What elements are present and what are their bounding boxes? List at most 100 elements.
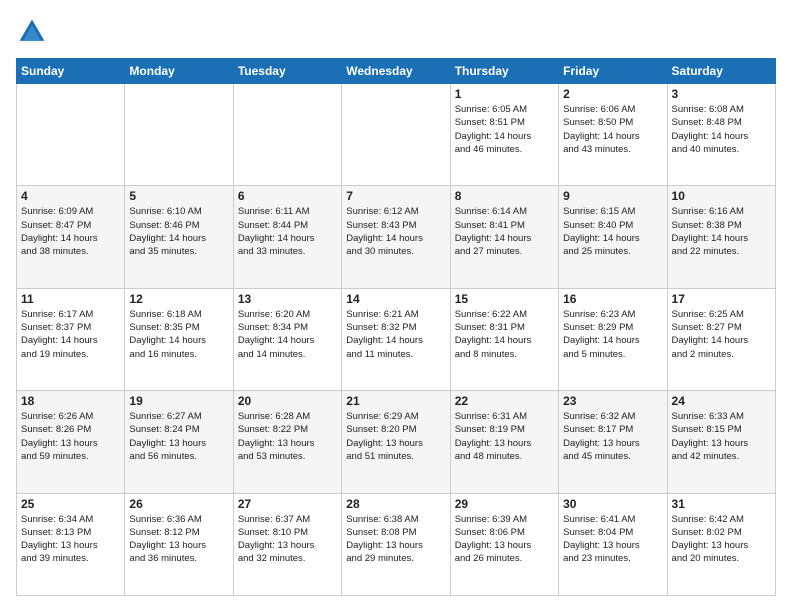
- calendar-cell: [17, 84, 125, 186]
- day-number: 30: [563, 497, 662, 511]
- day-info: Sunrise: 6:08 AM Sunset: 8:48 PM Dayligh…: [672, 103, 771, 156]
- calendar-cell: 31 Sunrise: 6:42 AM Sunset: 8:02 PM Dayli…: [667, 493, 775, 595]
- calendar-cell: 25Sunrise: 6:34 AM Sunset: 8:13 PM Dayli…: [17, 493, 125, 595]
- page: SundayMondayTuesdayWednesdayThursdayFrid…: [0, 0, 792, 612]
- calendar-cell: 1 Sunrise: 6:05 AM Sunset: 8:51 PM Daylig…: [450, 84, 558, 186]
- day-number: 11: [21, 292, 120, 306]
- calendar-cell: 6 Sunrise: 6:11 AM Sunset: 8:44 PM Daylig…: [233, 186, 341, 288]
- calendar-cell: 8 Sunrise: 6:14 AM Sunset: 8:41 PM Daylig…: [450, 186, 558, 288]
- day-number: 8: [455, 189, 554, 203]
- calendar-cell: 3 Sunrise: 6:08 AM Sunset: 8:48 PM Daylig…: [667, 84, 775, 186]
- day-number: 29: [455, 497, 554, 511]
- calendar-cell: 26 Sunrise: 6:36 AM Sunset: 8:12 PM Dayli…: [125, 493, 233, 595]
- day-info: Sunrise: 6:28 AM Sunset: 8:22 PM Dayligh…: [238, 410, 337, 463]
- calendar-week-row: 25Sunrise: 6:34 AM Sunset: 8:13 PM Dayli…: [17, 493, 776, 595]
- calendar-week-row: 18 Sunrise: 6:26 AM Sunset: 8:26 PM Dayli…: [17, 391, 776, 493]
- weekday-header: Monday: [125, 59, 233, 84]
- day-number: 10: [672, 189, 771, 203]
- weekday-header: Sunday: [17, 59, 125, 84]
- calendar-cell: [233, 84, 341, 186]
- weekday-header: Tuesday: [233, 59, 341, 84]
- calendar-cell: 10 Sunrise: 6:16 AM Sunset: 8:38 PM Dayli…: [667, 186, 775, 288]
- day-number: 4: [21, 189, 120, 203]
- day-info: Sunrise: 6:20 AM Sunset: 8:34 PM Dayligh…: [238, 308, 337, 361]
- day-info: Sunrise: 6:26 AM Sunset: 8:26 PM Dayligh…: [21, 410, 120, 463]
- day-number: 13: [238, 292, 337, 306]
- calendar-cell: 20 Sunrise: 6:28 AM Sunset: 8:22 PM Dayli…: [233, 391, 341, 493]
- calendar-cell: 27Sunrise: 6:37 AM Sunset: 8:10 PM Dayli…: [233, 493, 341, 595]
- calendar-cell: 13 Sunrise: 6:20 AM Sunset: 8:34 PM Dayli…: [233, 288, 341, 390]
- calendar-cell: 14 Sunrise: 6:21 AM Sunset: 8:32 PM Dayli…: [342, 288, 450, 390]
- day-info: Sunrise: 6:16 AM Sunset: 8:38 PM Dayligh…: [672, 205, 771, 258]
- day-info: Sunrise: 6:05 AM Sunset: 8:51 PM Dayligh…: [455, 103, 554, 156]
- calendar-cell: [342, 84, 450, 186]
- calendar-cell: 15 Sunrise: 6:22 AM Sunset: 8:31 PM Dayli…: [450, 288, 558, 390]
- calendar-cell: 24Sunrise: 6:33 AM Sunset: 8:15 PM Dayli…: [667, 391, 775, 493]
- day-number: 19: [129, 394, 228, 408]
- calendar-cell: 30 Sunrise: 6:41 AM Sunset: 8:04 PM Dayli…: [559, 493, 667, 595]
- calendar-week-row: 4 Sunrise: 6:09 AM Sunset: 8:47 PM Daylig…: [17, 186, 776, 288]
- calendar-cell: 23Sunrise: 6:32 AM Sunset: 8:17 PM Dayli…: [559, 391, 667, 493]
- calendar-cell: 17 Sunrise: 6:25 AM Sunset: 8:27 PM Dayli…: [667, 288, 775, 390]
- day-number: 9: [563, 189, 662, 203]
- day-info: Sunrise: 6:14 AM Sunset: 8:41 PM Dayligh…: [455, 205, 554, 258]
- weekday-header: Saturday: [667, 59, 775, 84]
- day-number: 16: [563, 292, 662, 306]
- day-number: 24: [672, 394, 771, 408]
- calendar: SundayMondayTuesdayWednesdayThursdayFrid…: [16, 58, 776, 596]
- calendar-cell: 19Sunrise: 6:27 AM Sunset: 8:24 PM Dayli…: [125, 391, 233, 493]
- day-number: 1: [455, 87, 554, 101]
- day-info: Sunrise: 6:10 AM Sunset: 8:46 PM Dayligh…: [129, 205, 228, 258]
- calendar-cell: 12 Sunrise: 6:18 AM Sunset: 8:35 PM Dayli…: [125, 288, 233, 390]
- day-number: 21: [346, 394, 445, 408]
- day-info: Sunrise: 6:25 AM Sunset: 8:27 PM Dayligh…: [672, 308, 771, 361]
- day-info: Sunrise: 6:38 AM Sunset: 8:08 PM Dayligh…: [346, 513, 445, 566]
- weekday-header: Wednesday: [342, 59, 450, 84]
- logo: [16, 16, 52, 48]
- day-info: Sunrise: 6:34 AM Sunset: 8:13 PM Dayligh…: [21, 513, 120, 566]
- day-info: Sunrise: 6:39 AM Sunset: 8:06 PM Dayligh…: [455, 513, 554, 566]
- calendar-cell: 28 Sunrise: 6:38 AM Sunset: 8:08 PM Dayli…: [342, 493, 450, 595]
- header: [16, 16, 776, 48]
- day-info: Sunrise: 6:18 AM Sunset: 8:35 PM Dayligh…: [129, 308, 228, 361]
- day-info: Sunrise: 6:42 AM Sunset: 8:02 PM Dayligh…: [672, 513, 771, 566]
- day-info: Sunrise: 6:31 AM Sunset: 8:19 PM Dayligh…: [455, 410, 554, 463]
- day-number: 20: [238, 394, 337, 408]
- day-number: 22: [455, 394, 554, 408]
- day-number: 18: [21, 394, 120, 408]
- day-info: Sunrise: 6:21 AM Sunset: 8:32 PM Dayligh…: [346, 308, 445, 361]
- calendar-cell: 11Sunrise: 6:17 AM Sunset: 8:37 PM Dayli…: [17, 288, 125, 390]
- day-info: Sunrise: 6:22 AM Sunset: 8:31 PM Dayligh…: [455, 308, 554, 361]
- calendar-cell: 18 Sunrise: 6:26 AM Sunset: 8:26 PM Dayli…: [17, 391, 125, 493]
- day-number: 15: [455, 292, 554, 306]
- weekday-header: Friday: [559, 59, 667, 84]
- day-info: Sunrise: 6:32 AM Sunset: 8:17 PM Dayligh…: [563, 410, 662, 463]
- day-number: 2: [563, 87, 662, 101]
- calendar-cell: 4 Sunrise: 6:09 AM Sunset: 8:47 PM Daylig…: [17, 186, 125, 288]
- day-number: 14: [346, 292, 445, 306]
- day-info: Sunrise: 6:36 AM Sunset: 8:12 PM Dayligh…: [129, 513, 228, 566]
- day-info: Sunrise: 6:23 AM Sunset: 8:29 PM Dayligh…: [563, 308, 662, 361]
- calendar-cell: 29 Sunrise: 6:39 AM Sunset: 8:06 PM Dayli…: [450, 493, 558, 595]
- day-number: 31: [672, 497, 771, 511]
- day-info: Sunrise: 6:29 AM Sunset: 8:20 PM Dayligh…: [346, 410, 445, 463]
- day-info: Sunrise: 6:09 AM Sunset: 8:47 PM Dayligh…: [21, 205, 120, 258]
- day-info: Sunrise: 6:11 AM Sunset: 8:44 PM Dayligh…: [238, 205, 337, 258]
- day-info: Sunrise: 6:06 AM Sunset: 8:50 PM Dayligh…: [563, 103, 662, 156]
- calendar-cell: [125, 84, 233, 186]
- calendar-cell: 2 Sunrise: 6:06 AM Sunset: 8:50 PM Daylig…: [559, 84, 667, 186]
- day-info: Sunrise: 6:15 AM Sunset: 8:40 PM Dayligh…: [563, 205, 662, 258]
- day-number: 7: [346, 189, 445, 203]
- day-info: Sunrise: 6:41 AM Sunset: 8:04 PM Dayligh…: [563, 513, 662, 566]
- day-info: Sunrise: 6:37 AM Sunset: 8:10 PM Dayligh…: [238, 513, 337, 566]
- logo-icon: [16, 16, 48, 48]
- day-number: 3: [672, 87, 771, 101]
- day-number: 17: [672, 292, 771, 306]
- calendar-cell: 22 Sunrise: 6:31 AM Sunset: 8:19 PM Dayli…: [450, 391, 558, 493]
- day-number: 26: [129, 497, 228, 511]
- day-info: Sunrise: 6:12 AM Sunset: 8:43 PM Dayligh…: [346, 205, 445, 258]
- day-number: 28: [346, 497, 445, 511]
- day-number: 12: [129, 292, 228, 306]
- calendar-cell: 16 Sunrise: 6:23 AM Sunset: 8:29 PM Dayli…: [559, 288, 667, 390]
- day-number: 6: [238, 189, 337, 203]
